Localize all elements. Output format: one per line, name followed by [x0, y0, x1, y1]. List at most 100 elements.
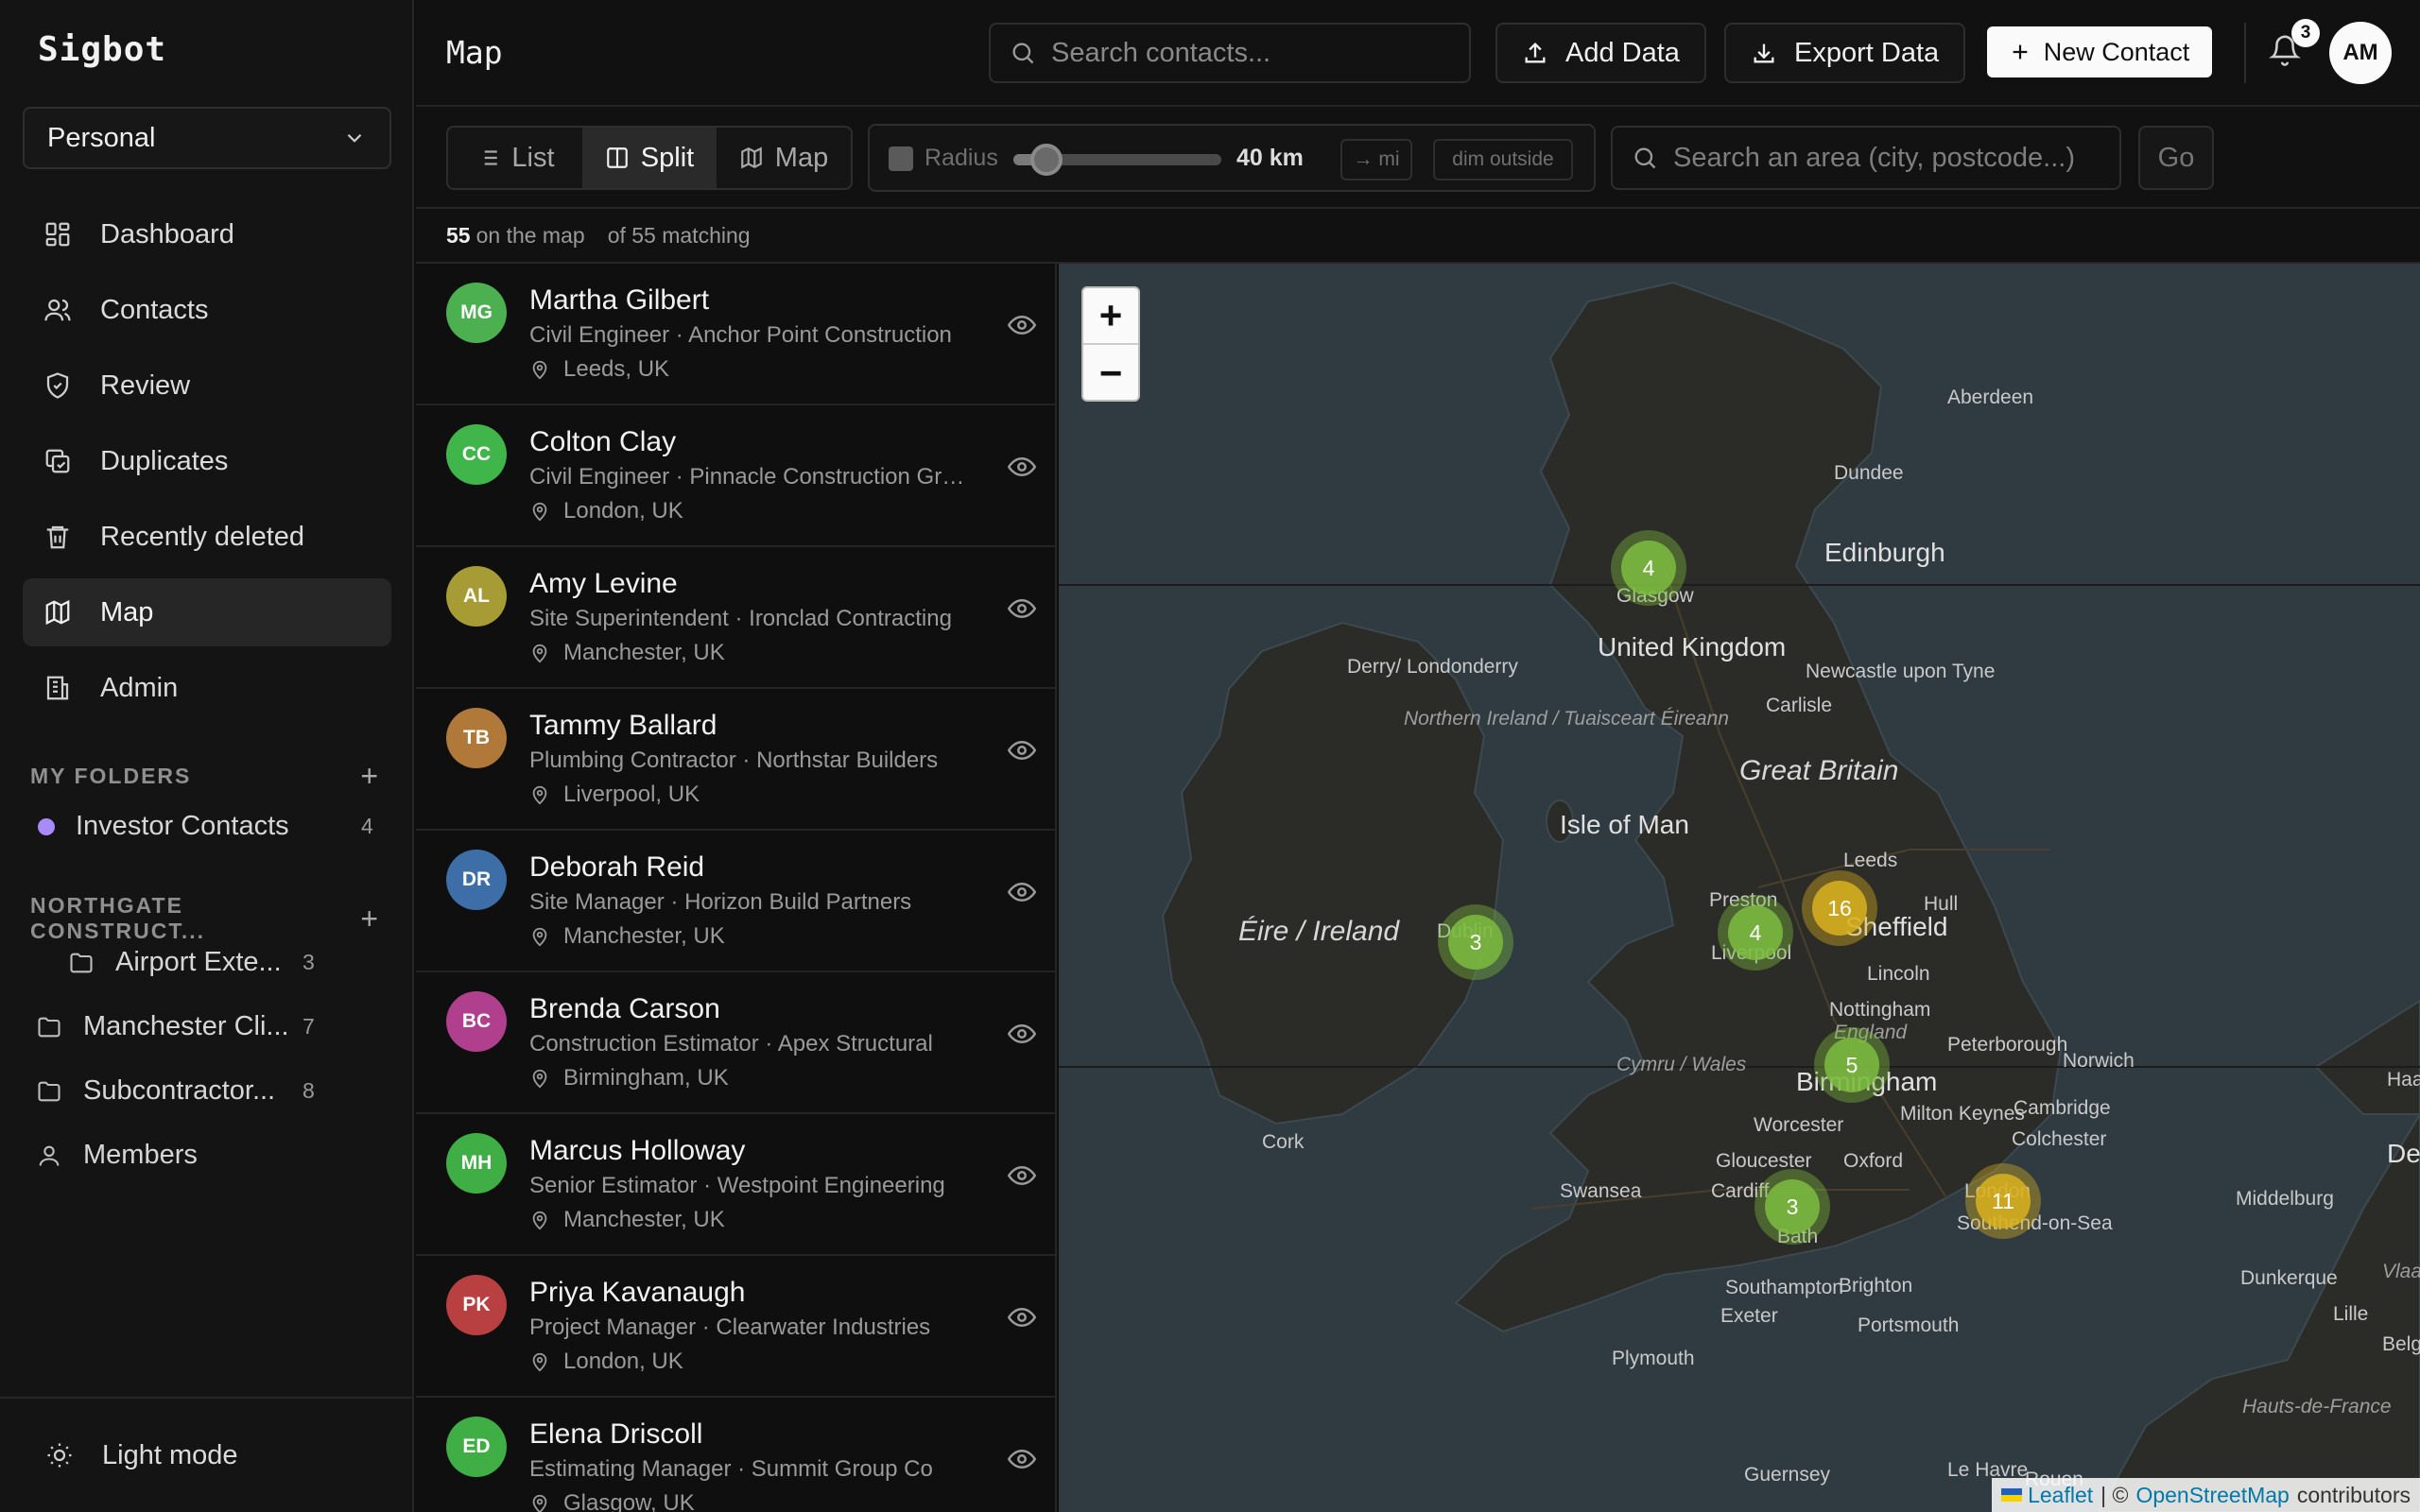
eye-icon[interactable] — [1008, 1161, 1036, 1190]
sidebar-item-dashboard[interactable]: Dashboard — [23, 200, 391, 268]
contact-location: Glasgow, UK — [529, 1490, 695, 1512]
map-cluster-marker[interactable]: 4 — [1718, 895, 1793, 971]
map-place-label: United Kingdom — [1598, 632, 1787, 662]
sidebar-item-duplicates[interactable]: Duplicates — [23, 427, 391, 495]
view-map-button[interactable]: Map — [717, 128, 851, 188]
contact-location: London, UK — [529, 498, 683, 524]
map-pin-icon — [532, 360, 547, 380]
sidebar-item-label: Dashboard — [100, 218, 234, 249]
contact-name[interactable]: Marcus Holloway — [529, 1135, 745, 1167]
sidebar-item-label: Recently deleted — [100, 521, 305, 552]
add-data-button[interactable]: Add Data — [1495, 23, 1706, 83]
view-list-button[interactable]: List — [448, 128, 582, 188]
contact-name[interactable]: Deborah Reid — [529, 851, 704, 884]
sidebar-item-map[interactable]: Map — [23, 578, 391, 646]
radius-label: Radius — [925, 145, 998, 171]
zoom-in-button[interactable]: + — [1083, 288, 1138, 345]
eye-icon[interactable] — [1008, 736, 1036, 765]
dim-outside-button[interactable]: dim outside — [1433, 139, 1573, 180]
export-data-button[interactable]: Export Data — [1724, 23, 1966, 83]
contact-row[interactable]: MH Marcus Holloway Senior Estimator · We… — [416, 1114, 1055, 1256]
folder-manchester-clients[interactable]: Manchester Cli... 7 — [36, 1011, 357, 1042]
light-mode-toggle[interactable]: Light mode — [0, 1397, 414, 1512]
search-input[interactable] — [1051, 37, 1448, 69]
contact-name[interactable]: Tammy Ballard — [529, 710, 717, 742]
contact-row[interactable]: CC Colton Clay Civil Engineer · Pinnacle… — [416, 405, 1055, 547]
contact-avatar: BC — [446, 991, 507, 1052]
leaflet-link[interactable]: Leaflet — [2028, 1483, 2093, 1508]
eye-icon[interactable] — [1008, 1445, 1036, 1473]
map-place-label: Cork — [1262, 1131, 1305, 1153]
workspace-select[interactable]: Personal — [23, 107, 391, 169]
eye-icon[interactable] — [1008, 1020, 1036, 1048]
new-contact-button[interactable]: New Contact — [1987, 26, 2212, 77]
unit-toggle-button[interactable]: → mi — [1340, 139, 1412, 180]
contact-name[interactable]: Martha Gilbert — [529, 284, 709, 317]
map-cluster-marker[interactable]: 5 — [1814, 1027, 1890, 1103]
map-place-label: Plymouth — [1612, 1348, 1695, 1369]
add-data-label: Add Data — [1565, 37, 1680, 68]
sidebar-item-contacts[interactable]: Contacts — [23, 276, 391, 344]
sidebar-item-review[interactable]: Review — [23, 352, 391, 420]
sun-icon — [47, 1443, 72, 1468]
export-data-label: Export Data — [1794, 37, 1940, 68]
contact-location: Manchester, UK — [529, 923, 725, 950]
map-attribution: Leaflet | © OpenStreetMap contributors — [1992, 1478, 2420, 1512]
contact-row[interactable]: TB Tammy Ballard Plumbing Contractor · N… — [416, 689, 1055, 831]
add-folder-button[interactable]: + — [360, 759, 380, 794]
zoom-out-button[interactable]: − — [1083, 345, 1138, 402]
contact-search[interactable] — [989, 23, 1471, 83]
map-place-label: Haar — [2387, 1069, 2420, 1091]
eye-icon[interactable] — [1008, 311, 1036, 339]
folder-airport-extension[interactable]: Airport Exte... 3 — [68, 947, 352, 978]
view-split-button[interactable]: Split — [582, 128, 717, 188]
osm-link[interactable]: OpenStreetMap — [2135, 1483, 2289, 1508]
area-search-input[interactable] — [1673, 142, 2118, 174]
radius-slider-thumb[interactable] — [1030, 144, 1063, 176]
eye-icon[interactable] — [1008, 1303, 1036, 1332]
contact-row[interactable]: AL Amy Levine Site Superintendent · Iron… — [416, 547, 1055, 689]
go-button[interactable]: Go — [2138, 126, 2214, 190]
folder-investor-contacts[interactable]: Investor Contacts 4 — [38, 811, 378, 842]
map-place-label: Edinburgh — [1824, 538, 1945, 567]
map-pin-icon — [532, 502, 547, 522]
contact-avatar: CC — [446, 424, 507, 485]
area-search[interactable] — [1611, 126, 2121, 190]
contact-row[interactable]: MG Martha Gilbert Civil Engineer · Ancho… — [416, 264, 1055, 405]
map-cluster-marker[interactable]: 3 — [1754, 1169, 1830, 1245]
map-cluster-marker[interactable]: 4 — [1611, 530, 1686, 606]
folder-subcontractors[interactable]: Subcontractor... 8 — [36, 1075, 357, 1107]
eye-icon[interactable] — [1008, 878, 1036, 906]
map-place-label: Guernsey — [1744, 1464, 1831, 1486]
contact-name[interactable]: Colton Clay — [529, 426, 676, 458]
contact-name[interactable]: Elena Driscoll — [529, 1418, 702, 1451]
contact-name[interactable]: Brenda Carson — [529, 993, 720, 1025]
contact-row[interactable]: ED Elena Driscoll Estimating Manager · S… — [416, 1398, 1055, 1512]
map-place-label: Aberdeen — [1947, 387, 2034, 408]
contact-location-text: Manchester, UK — [563, 640, 725, 665]
user-avatar[interactable]: AM — [2329, 22, 2392, 84]
add-org-folder-button[interactable]: + — [360, 902, 380, 936]
sidebar: Sigbot Personal Dashboard Contacts Revie… — [0, 0, 414, 1512]
trash-icon — [46, 525, 69, 549]
contact-name[interactable]: Priya Kavanaugh — [529, 1277, 746, 1309]
folder-label: Airport Exte... — [115, 947, 282, 977]
radius-checkbox[interactable] — [889, 146, 913, 171]
map-view[interactable]: + − Aberdeen Dundee Edinburgh Glasgow United… — [1059, 264, 2420, 1512]
eye-icon[interactable] — [1008, 594, 1036, 623]
sidebar-item-members[interactable]: Members — [36, 1140, 198, 1171]
brand-logo: Sigbot — [38, 30, 167, 69]
map-place-label: Exeter — [1720, 1305, 1778, 1327]
map-cluster-marker[interactable]: 3 — [1438, 904, 1513, 980]
eye-icon[interactable] — [1008, 453, 1036, 481]
contact-name[interactable]: Amy Levine — [529, 568, 678, 600]
contact-row[interactable]: PK Priya Kavanaugh Project Manager · Cle… — [416, 1256, 1055, 1398]
map-place-label: Vlaanderen — [2382, 1261, 2420, 1282]
contact-row[interactable]: DR Deborah Reid Site Manager · Horizon B… — [416, 831, 1055, 972]
contact-row[interactable]: BC Brenda Carson Construction Estimator … — [416, 972, 1055, 1114]
zoom-control: + − — [1081, 286, 1140, 402]
sidebar-item-admin[interactable]: Admin — [23, 654, 391, 722]
sidebar-item-recently-deleted[interactable]: Recently deleted — [23, 503, 391, 571]
map-cluster-marker[interactable]: 11 — [1965, 1163, 2041, 1239]
map-cluster-marker[interactable]: 16 — [1802, 870, 1877, 946]
